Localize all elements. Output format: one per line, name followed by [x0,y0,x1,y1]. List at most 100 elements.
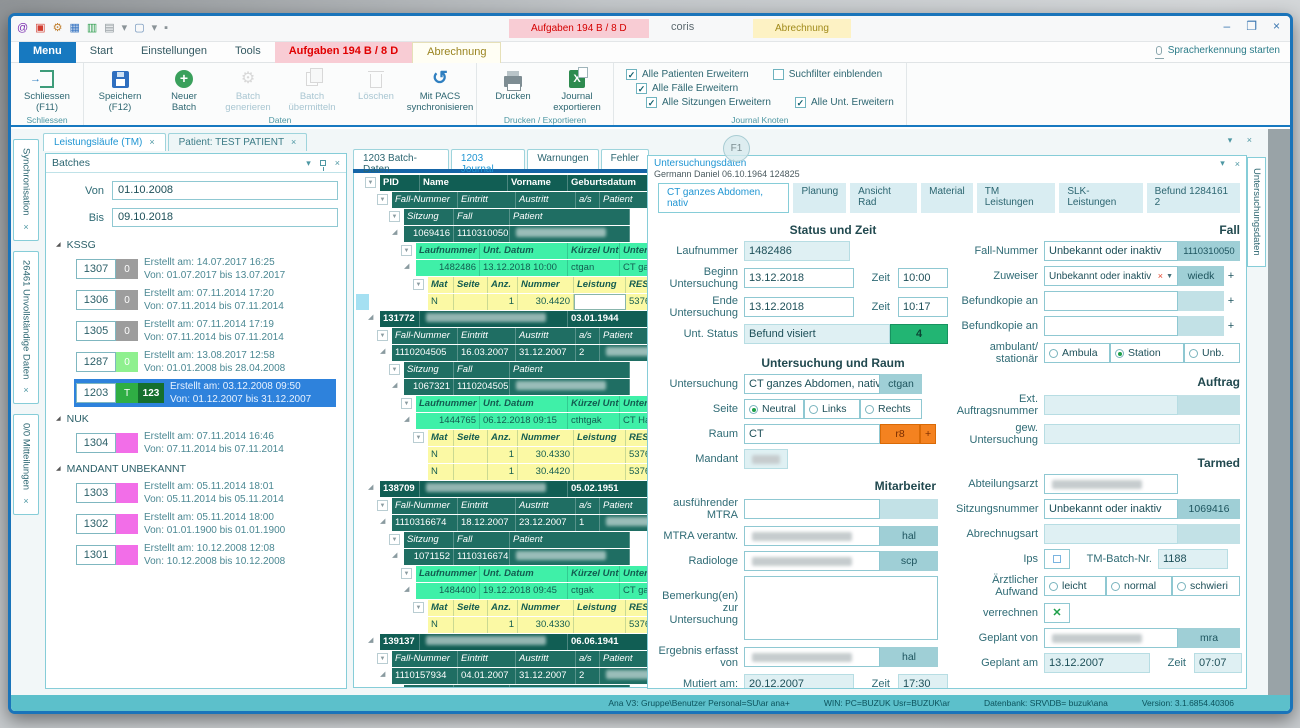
table-row[interactable]: N130.442053768 [354,464,648,480]
journal-tab-1203-batch-daten[interactable]: 1203 Batch-Daten [353,149,449,169]
ende-zeit-field[interactable]: 10:17 [898,297,948,317]
batch-item-1303[interactable]: 1303Erstellt am: 05.11.2014 18:01Von: 05… [74,479,346,507]
journal-tab-warnungen[interactable]: Warnungen [527,149,598,169]
filter-icon[interactable]: ▼ [377,653,388,664]
untersuchung-tab-ansicht-rad[interactable]: Ansicht Rad [850,183,917,213]
batch-group-header[interactable]: KSSG [46,239,346,251]
aufwand-option-normal[interactable]: normal [1106,576,1172,596]
table-row[interactable]: ◢111020450516.03.200731.12.20072 [354,345,648,361]
ribbon-button-speichern-f12[interactable]: Speichern(F12) [88,65,152,113]
abteilungsarzt-field[interactable] [1044,474,1178,494]
batch-item-1304[interactable]: 1304Erstellt am: 07.11.2014 16:46Von: 07… [74,429,346,457]
ext-auftragsnummer-field[interactable] [1044,395,1178,415]
unchecked-checkbox-icon[interactable] [773,69,784,80]
table-row[interactable]: ▼LaufnummerUnt. DatumKürzel UntUnter [354,566,648,582]
side-tab-untersuchungsdaten[interactable]: Untersuchungsdaten [1247,157,1266,267]
filter-icon[interactable]: ▼ [401,245,412,256]
table-row[interactable]: ◢13913706.06.1941M [354,634,648,650]
menu-tab-start[interactable]: Start [76,42,127,63]
filter-icon[interactable]: ▼ [377,330,388,341]
filter-icon[interactable]: ▼ [389,211,400,222]
batch-item-1302[interactable]: 1302Erstellt am: 05.11.2014 18:00Von: 01… [74,510,346,538]
checkbox-alle-f-lle-erweitern[interactable]: Alle Fälle Erweitern [636,83,738,94]
side-tab-26461-unvollst-ndige-daten[interactable]: 26461 Unvollständige Daten× [13,251,39,404]
unt-status-field[interactable]: Befund visiert [744,324,890,344]
ergebnis-erfasst-von-field[interactable] [744,647,880,667]
table-row[interactable]: ▼MatSeiteAnz.NummerLeistungRESPONSIE [354,430,648,446]
dd-icon[interactable]: ▾ [122,20,128,36]
close-icon[interactable]: × [335,158,340,168]
clear-icon[interactable]: × [1158,271,1163,281]
side-tab-synchronisation[interactable]: Synchronisation× [13,139,39,241]
table-row[interactable]: ▼Fall-NummerEintrittAustritta/sPatient [354,651,648,667]
restore-button[interactable]: ❐ [1246,19,1257,33]
filter-icon[interactable]: ▼ [413,279,424,290]
table-row[interactable]: ◢10711521110316674 [354,549,648,565]
befundkopie-an-field-1[interactable] [1044,291,1178,311]
table-row[interactable]: ▼Fall-NummerEintrittAustritta/sPatient [354,498,648,514]
table-row[interactable]: ▼MatSeiteAnz.NummerLeistungRESPONSIE [354,277,648,293]
seite-option-links[interactable]: Links [804,399,860,419]
undo-icon[interactable]: ▣ [35,20,45,36]
batch-item-1306[interactable]: 13060Erstellt am: 07.11.2014 17:20Von: 0… [74,286,346,314]
table-row[interactable]: N130.433053768 [354,447,648,463]
pin-icon[interactable]: ▪ [164,20,168,36]
befundkopie-add-button-1[interactable]: + [1224,291,1238,311]
filter-icon[interactable]: ▼ [365,177,376,188]
panel-menu-icon[interactable]: ▾ [1220,158,1225,169]
close-button[interactable]: × [1273,19,1280,33]
mtra-verantw-field[interactable] [744,526,880,546]
untersuchung-tab-tm-leistungen[interactable]: TM Leistungen [977,183,1056,213]
seite-option-rechts[interactable]: Rechts [860,399,922,419]
side-tab-0-0-mitteilungen[interactable]: 0/0 Mitteilungen× [13,414,39,515]
ips-checkbox[interactable] [1044,549,1070,569]
untersuchung-tab-planung[interactable]: Planung [793,183,846,213]
batch-item-1287[interactable]: 12870Erstellt am: 13.08.2017 12:58Von: 0… [74,348,346,376]
abrechnungsart-field[interactable] [1044,524,1178,544]
close-icon[interactable]: × [21,385,31,395]
von-input[interactable]: 01.10.2008 [112,181,338,200]
expander-icon[interactable]: ◢ [380,347,385,355]
table-row[interactable]: ▼SitzungFallPatient [354,685,648,688]
geplant-zeit-field[interactable]: 07:07 [1194,653,1242,673]
raum-field[interactable]: CT [744,424,880,444]
batch-group-header[interactable]: MANDANT UNBEKANNT [46,463,346,475]
bis-input[interactable]: 09.10.2018 [112,208,338,227]
pin-icon[interactable] [320,160,326,166]
dock-controls[interactable]: ▾ × [1228,135,1258,146]
untersuchung-tab-material[interactable]: Material [921,183,973,213]
wrench-icon[interactable]: ⚙ [53,20,63,36]
tm-batch-nr-field[interactable]: 1188 [1158,549,1228,569]
ribbon-button-mit-pacs-synchronisieren[interactable]: ↺Mit PACSsynchronisieren [408,65,472,113]
geplant-von-field[interactable] [1044,628,1178,648]
laufnummer-field[interactable]: 1482486 [744,241,850,261]
table-row[interactable]: ◢13870905.02.1951M [354,481,648,497]
ambulant-stationaer-option-station[interactable]: Station [1110,343,1184,363]
untersuchung-tab-befund-1284161-2[interactable]: Befund 1284161 2 [1147,183,1240,213]
menu-tab-menu[interactable]: Menu [19,42,76,63]
mutiert-zeit-field[interactable]: 17:30 [898,674,948,689]
table-row[interactable]: ▼SitzungFallPatient [354,532,648,548]
radiologe-field[interactable] [744,551,880,571]
close-icon[interactable]: × [1235,159,1240,169]
table-row[interactable]: N130.433053768 [354,617,648,633]
ambulant-stationaer-option-unb[interactable]: Unb. [1184,343,1240,363]
menu-tab-abrechnung[interactable]: Abrechnung [412,42,501,63]
expander-icon[interactable]: ◢ [404,585,409,593]
expander-icon[interactable]: ◢ [368,636,373,644]
table-row[interactable]: ◢111015793404.01.200731.12.20072 [354,668,648,684]
expander-icon[interactable]: ◢ [404,415,409,423]
minimize-button[interactable]: – [1224,19,1231,33]
zuweiser-field[interactable]: Unbekannt oder inaktiv [1049,271,1151,282]
bemerkung-textarea[interactable] [744,576,938,640]
save-icon[interactable]: ▦ [69,20,79,36]
ausfuehrender-mtra-field[interactable] [744,499,880,519]
close-icon[interactable]: × [149,137,154,147]
zuweiser-add-button[interactable]: + [1224,266,1238,286]
befundkopie-add-button-2[interactable]: + [1224,316,1238,336]
table-row[interactable]: ▼Fall-NummerEintrittAustritta/sPatient [354,192,648,208]
ende-date-field[interactable]: 13.12.2018 [744,297,854,317]
filter-icon[interactable]: ▼ [389,687,400,688]
filter-icon[interactable]: ▼ [377,500,388,511]
menu-tab-aufgaben-194-b-8-d[interactable]: Aufgaben 194 B / 8 D [275,42,412,63]
